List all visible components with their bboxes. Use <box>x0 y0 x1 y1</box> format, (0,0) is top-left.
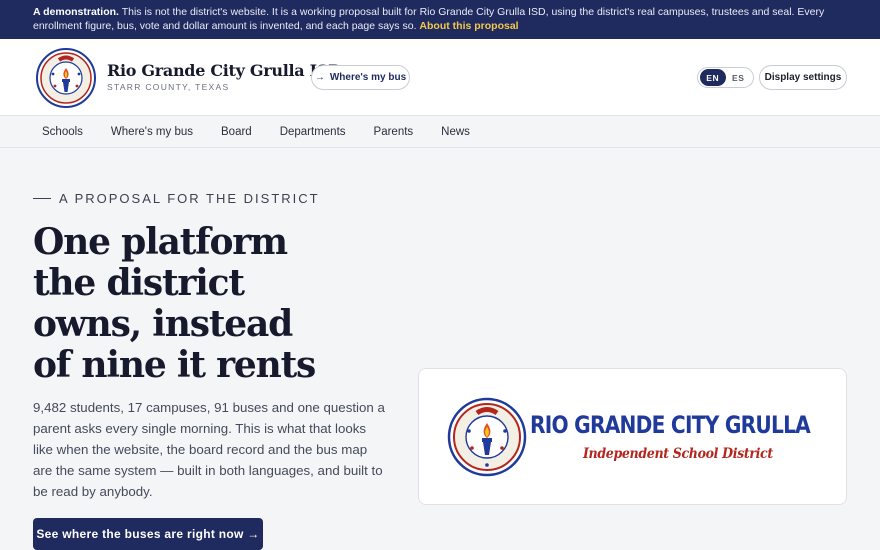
hero-headline: One platform the district owns, instead … <box>33 222 373 386</box>
demo-banner: A demonstration. This is not the distric… <box>0 0 880 39</box>
banner-lead: A demonstration. <box>33 6 119 18</box>
logo-subtitle: Independent School District <box>583 446 773 462</box>
district-seal-icon[interactable] <box>33 46 99 110</box>
nav-parents[interactable]: Parents <box>365 126 414 138</box>
hero-lede: 9,482 students, 17 campuses, 91 buses an… <box>33 400 385 499</box>
nav-board[interactable]: Board <box>212 126 252 138</box>
lang-en-button[interactable]: EN <box>700 69 726 86</box>
site-header: Rio Grande City Grulla ISD STARR COUNTY,… <box>0 39 880 116</box>
about-proposal-link[interactable]: About this proposal <box>419 20 518 32</box>
logo-wordmark: RIO GRANDE CITY GRULLA <box>530 411 811 439</box>
headline-line: One platform <box>33 221 288 263</box>
bus-button-label: Where's my bus <box>329 72 407 83</box>
hero-eyebrow: A PROPOSAL FOR THE DISTRICT <box>33 191 320 206</box>
headline-line: the district <box>33 262 245 304</box>
district-logo-card: RIO GRANDE CITY GRULLA Independent Schoo… <box>418 368 847 505</box>
headline-line: of nine it rents <box>33 344 316 386</box>
display-settings-button[interactable]: Display settings <box>759 65 847 90</box>
eyebrow-text: A PROPOSAL FOR THE DISTRICT <box>59 191 320 206</box>
headline-line: owns, instead <box>33 303 293 345</box>
site-title[interactable]: Rio Grande City Grulla ISD <box>107 61 342 80</box>
wheres-my-bus-button[interactable]: → Where's my bus <box>311 65 410 90</box>
see-buses-button[interactable]: See where the buses are right now → <box>33 518 263 550</box>
main-nav: Schools Where's my bus Board Departments… <box>0 116 880 148</box>
eyebrow-dash <box>33 198 51 199</box>
language-toggle: EN ES <box>697 67 754 88</box>
nav-departments[interactable]: Departments <box>271 126 346 138</box>
arrow-right-icon: → <box>314 72 325 83</box>
lang-es-button[interactable]: ES <box>726 69 752 86</box>
nav-wheres-my-bus[interactable]: Where's my bus <box>102 126 193 138</box>
site-subtitle: STARR COUNTY, TEXAS <box>107 82 230 92</box>
nav-schools[interactable]: Schools <box>33 126 83 138</box>
nav-news[interactable]: News <box>432 126 470 138</box>
district-seal-icon <box>447 397 527 477</box>
